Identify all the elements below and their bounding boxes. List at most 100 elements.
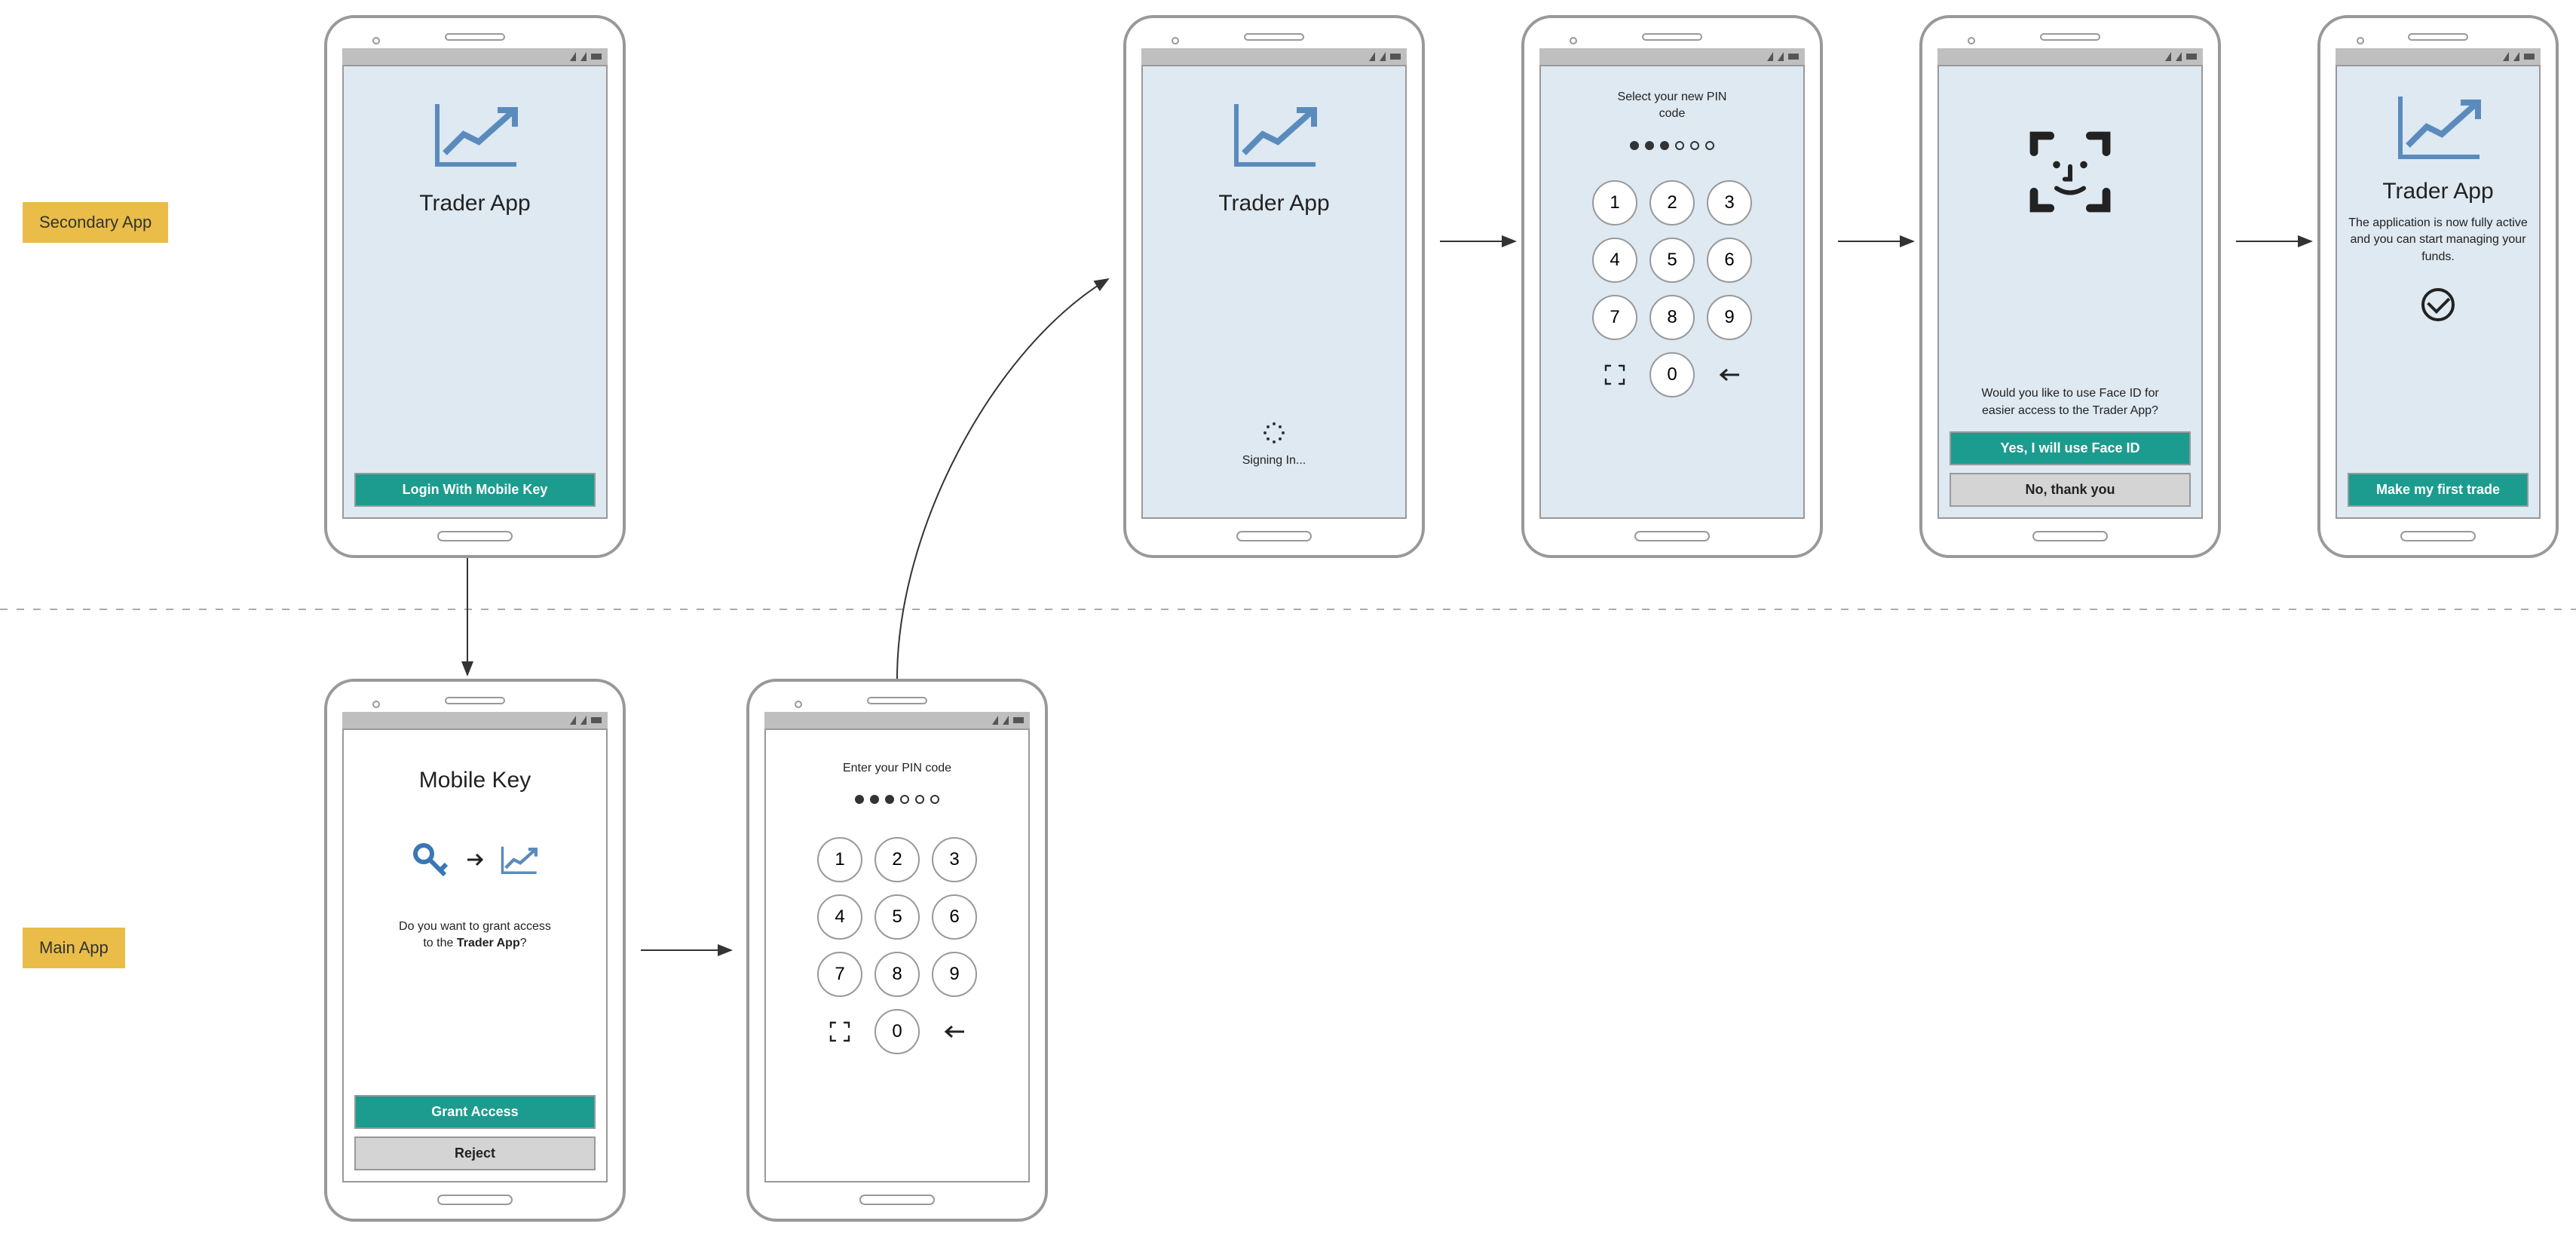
chart-icon	[1225, 97, 1323, 176]
key-6[interactable]: 6	[1707, 238, 1752, 283]
app-title: Trader App	[419, 191, 530, 216]
prompt-l2-bold: Trader App	[457, 937, 520, 949]
backspace-icon	[943, 1024, 966, 1039]
key-9[interactable]: 9	[1707, 295, 1752, 340]
screen: Select your new PIN code 1 2 3 4 5 6 7 8…	[1539, 65, 1805, 519]
phone-speaker	[1642, 33, 1702, 41]
phone-trader-signing-in: Trader App Signing In...	[1123, 15, 1425, 558]
screen: Trader App The application is now fully …	[2336, 65, 2541, 519]
key-backspace[interactable]	[1707, 352, 1752, 397]
key-9[interactable]: 9	[932, 952, 977, 997]
phone-faceid-prompt: Would you like to use Face ID for easier…	[1919, 15, 2221, 558]
prompt-l2-pre: to the	[423, 937, 456, 949]
yes-faceid-button[interactable]: Yes, I will use Face ID	[1950, 431, 2191, 465]
app-title: Trader App	[2382, 179, 2493, 204]
home-button[interactable]	[1236, 531, 1312, 541]
home-button[interactable]	[2400, 531, 2476, 541]
prompt-line1: Do you want to grant access	[399, 920, 551, 933]
phone-trader-login: Trader App Login With Mobile Key	[324, 15, 626, 558]
phone-speaker	[445, 33, 505, 41]
key-7[interactable]: 7	[817, 952, 862, 997]
screen: Would you like to use Face ID for easier…	[1937, 65, 2203, 519]
backspace-icon	[1718, 367, 1741, 382]
key-6[interactable]: 6	[932, 894, 977, 940]
faceid-prompt-text: Would you like to use Face ID for easier…	[1972, 385, 2168, 419]
phone-camera-dot	[1968, 37, 1975, 44]
first-trade-button[interactable]: Make my first trade	[2348, 473, 2529, 507]
key-faceid[interactable]	[817, 1009, 862, 1054]
status-bar	[764, 712, 1030, 728]
home-button[interactable]	[859, 1195, 935, 1205]
keypad: 1 2 3 4 5 6 7 8 9 0	[817, 837, 977, 1054]
no-faceid-button[interactable]: No, thank you	[1950, 473, 2191, 507]
face-id-icon	[1603, 363, 1626, 386]
label-text: Main App	[39, 938, 109, 957]
key-5[interactable]: 5	[1649, 238, 1695, 283]
status-bar	[1141, 48, 1407, 65]
phone-camera-dot	[372, 37, 380, 44]
screen: Enter your PIN code 1 2 3 4 5 6 7 8 9 0	[764, 728, 1030, 1182]
key-5[interactable]: 5	[874, 894, 920, 940]
phone-speaker	[1244, 33, 1304, 41]
key-0[interactable]: 0	[1649, 352, 1695, 397]
loading-spinner-icon	[1263, 422, 1285, 443]
key-3[interactable]: 3	[932, 837, 977, 882]
phone-enter-pin: Enter your PIN code 1 2 3 4 5 6 7 8 9 0	[746, 679, 1048, 1222]
home-button[interactable]	[1634, 531, 1710, 541]
prompt-l2-suf: ?	[520, 937, 527, 949]
key-7[interactable]: 7	[1592, 295, 1637, 340]
label-text: Secondary App	[39, 213, 152, 232]
pin-dots	[1630, 141, 1714, 150]
key-1[interactable]: 1	[817, 837, 862, 882]
key-4[interactable]: 4	[1592, 238, 1637, 283]
face-id-icon	[829, 1020, 851, 1043]
phone-select-pin: Select your new PIN code 1 2 3 4 5 6 7 8…	[1521, 15, 1823, 558]
secondary-app-label: Secondary App	[23, 202, 168, 243]
phone-camera-dot	[372, 701, 380, 708]
pin-dots	[855, 795, 939, 804]
app-title: Trader App	[1218, 191, 1329, 216]
key-0[interactable]: 0	[874, 1009, 920, 1054]
chart-icon	[426, 97, 524, 176]
key-backspace[interactable]	[932, 1009, 977, 1054]
phone-camera-dot	[1570, 37, 1577, 44]
home-button[interactable]	[437, 531, 513, 541]
key-icon	[410, 839, 452, 881]
chart-icon	[498, 842, 540, 878]
key-2[interactable]: 2	[1649, 180, 1695, 225]
phone-speaker	[445, 697, 505, 704]
key-to-chart-graphic	[410, 839, 540, 881]
success-desc: The application is now fully active and …	[2348, 215, 2529, 265]
mobile-key-title: Mobile Key	[419, 768, 531, 793]
phone-mobilekey-grant: Mobile Key Do you want to grant access t…	[324, 679, 626, 1222]
status-bar	[1539, 48, 1805, 65]
login-mobile-key-button[interactable]: Login With Mobile Key	[354, 473, 596, 507]
phone-trader-success: Trader App The application is now fully …	[2317, 15, 2559, 558]
face-id-icon	[2025, 127, 2115, 217]
home-button[interactable]	[437, 1195, 513, 1205]
key-4[interactable]: 4	[817, 894, 862, 940]
grant-access-button[interactable]: Grant Access	[354, 1095, 596, 1129]
signing-in-text: Signing In...	[1242, 452, 1306, 469]
key-8[interactable]: 8	[1649, 295, 1695, 340]
keypad: 1 2 3 4 5 6 7 8 9 0	[1592, 180, 1752, 397]
key-faceid[interactable]	[1592, 352, 1637, 397]
status-bar	[342, 48, 608, 65]
screen: Mobile Key Do you want to grant access t…	[342, 728, 608, 1182]
enter-pin-prompt: Enter your PIN code	[843, 760, 951, 777]
home-button[interactable]	[2032, 531, 2108, 541]
key-2[interactable]: 2	[874, 837, 920, 882]
reject-button[interactable]: Reject	[354, 1136, 596, 1170]
checkmark-icon	[2421, 288, 2455, 321]
status-bar	[342, 712, 608, 728]
status-bar	[2336, 48, 2541, 65]
key-8[interactable]: 8	[874, 952, 920, 997]
chart-icon	[2389, 89, 2487, 168]
screen: Trader App Login With Mobile Key	[342, 65, 608, 519]
screen: Trader App Signing In...	[1141, 65, 1407, 519]
key-1[interactable]: 1	[1592, 180, 1637, 225]
key-3[interactable]: 3	[1707, 180, 1752, 225]
main-app-label: Main App	[23, 928, 125, 968]
phone-camera-dot	[2357, 37, 2364, 44]
arrow-right-icon	[466, 851, 484, 869]
